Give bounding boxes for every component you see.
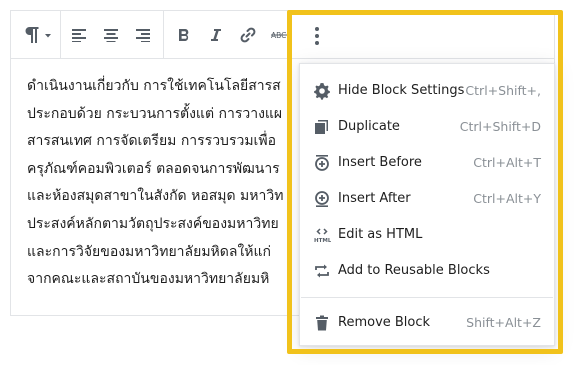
highlight-frame xyxy=(287,10,563,354)
paragraph-line: ประกอบด้วย กระบวนการตั้งแต่ การวางแผ xyxy=(27,105,283,122)
paragraph-line: ดำเนินงานเกี่ยวกับ การใช้เทคโนโลยีสารส xyxy=(27,78,281,94)
italic-icon xyxy=(211,29,221,41)
paragraph-line: จากคณะและสถาบันของมหาวิทยาลัยมหิ xyxy=(27,271,270,288)
align-left-icon xyxy=(72,29,86,42)
paragraph-line: ครุภัณฑ์คอมพิวเตอร์ ตลอดจนการพัฒนาร xyxy=(27,160,280,177)
paragraph-icon xyxy=(25,27,51,43)
align-right-button[interactable] xyxy=(130,22,156,48)
paragraph-line: ประสงค์หลักตามวัตถุประสงค์ของมหาวิทย xyxy=(27,215,279,232)
bold-icon xyxy=(179,28,189,41)
paragraph-line: และการวิจัยของมหาวิทยาลัยมหิดลให้แก่ xyxy=(27,243,272,260)
alignment-group xyxy=(60,11,164,58)
link-icon xyxy=(240,27,256,43)
paragraph-content[interactable]: ดำเนินงานเกี่ยวกับ การใช้เทคโนโลยีสารส ป… xyxy=(27,73,297,294)
link-button[interactable] xyxy=(235,22,261,48)
bold-button[interactable] xyxy=(171,22,197,48)
paragraph-line: และห้องสมุดสาขาในสังกัด หอสมุด มหาวิท xyxy=(27,188,284,205)
align-center-icon xyxy=(104,29,118,42)
paragraph-line: สารสนเทศ การจัดเตรียม การรวบรวมเพื่อ xyxy=(27,133,276,150)
italic-button[interactable] xyxy=(203,22,229,48)
align-center-button[interactable] xyxy=(98,22,124,48)
align-left-button[interactable] xyxy=(66,22,92,48)
block-type-switcher[interactable] xyxy=(19,22,55,48)
block-type-group xyxy=(11,11,61,58)
align-right-icon xyxy=(136,29,150,42)
